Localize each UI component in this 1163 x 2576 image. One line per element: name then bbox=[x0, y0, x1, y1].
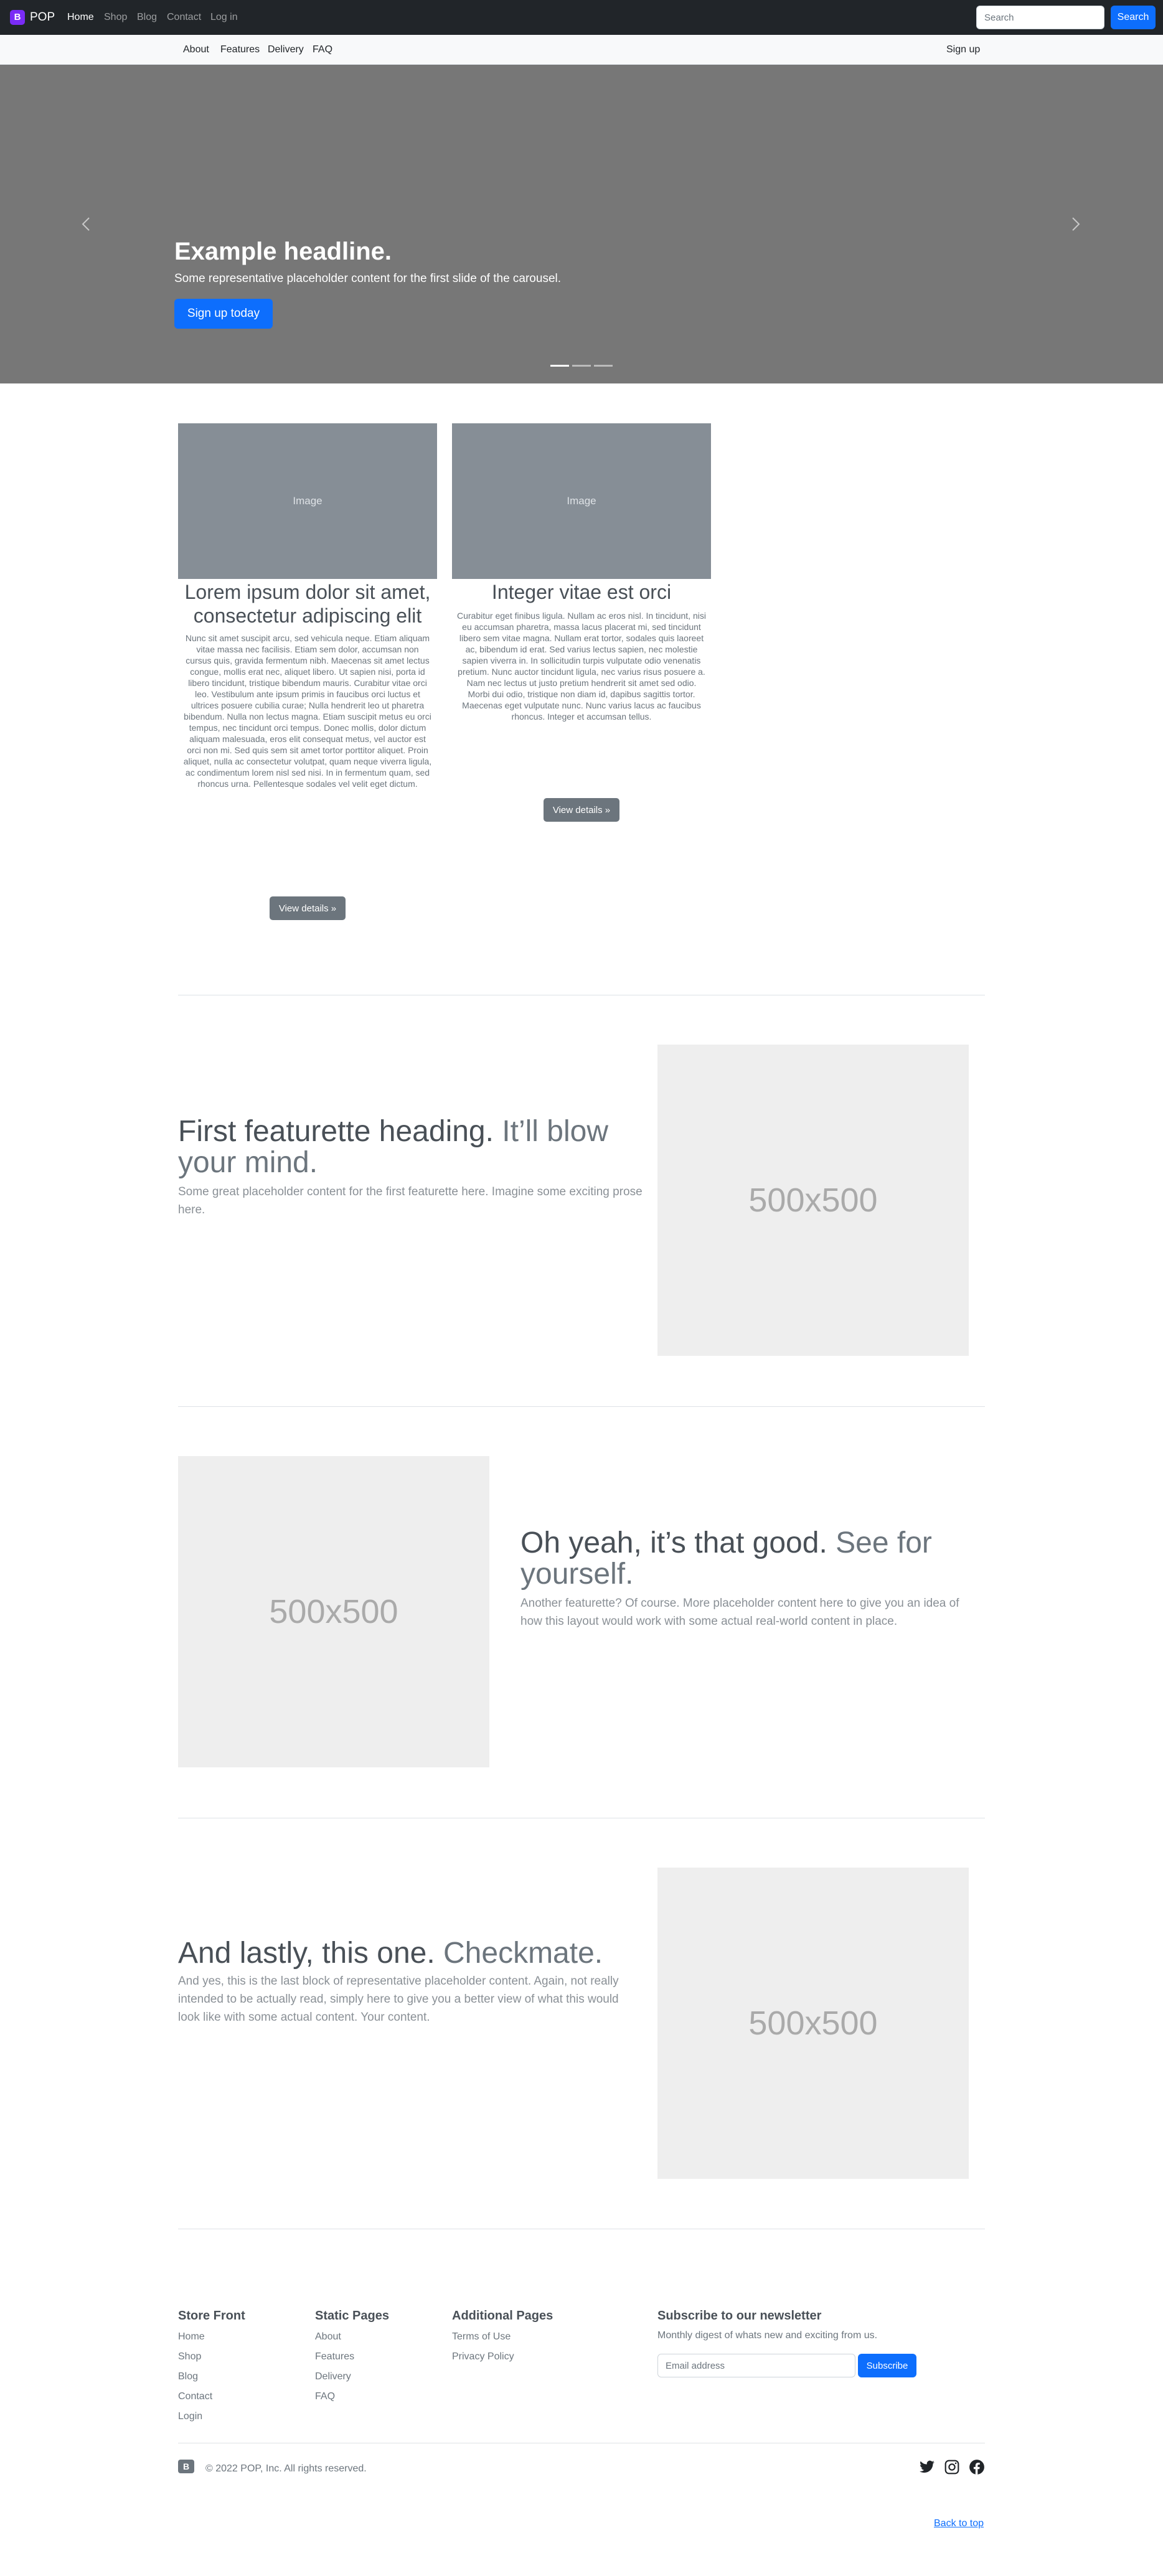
card-text: Nunc sit amet suscipit arcu, sed vehicul… bbox=[183, 633, 432, 789]
instagram-icon[interactable] bbox=[944, 2459, 960, 2475]
twitter-icon[interactable] bbox=[919, 2459, 935, 2475]
nav-link-contact[interactable]: Contact bbox=[167, 11, 201, 24]
facebook-icon-svg bbox=[969, 2460, 984, 2475]
footer-link-contact[interactable]: Contact bbox=[178, 2390, 212, 2403]
card-title: Lorem ipsum dolor sit amet, consectetur … bbox=[184, 581, 431, 627]
nav-link-home[interactable]: Home bbox=[67, 11, 94, 24]
footer-link-terms[interactable]: Terms of Use bbox=[452, 2331, 511, 2343]
top-navbar: B POP Home Shop Blog Contact Log in Sear… bbox=[0, 0, 1163, 35]
view-details-button[interactable]: View details » bbox=[270, 896, 346, 920]
featurette-lead: And yes, this is the last block of repre… bbox=[178, 1975, 619, 2024]
chevron-left-icon bbox=[82, 217, 90, 231]
card-image-placeholder: Image bbox=[178, 423, 437, 579]
brand-name[interactable]: POP bbox=[30, 10, 55, 25]
nav-link-shop[interactable]: Shop bbox=[104, 11, 127, 24]
subnav-link-features[interactable]: Features bbox=[220, 44, 260, 56]
footer-link-about[interactable]: About bbox=[315, 2331, 341, 2343]
twitter-icon-svg bbox=[920, 2460, 935, 2473]
view-details-button[interactable]: View details » bbox=[544, 798, 619, 822]
featurette-image-placeholder: 500x500 bbox=[178, 1456, 489, 1767]
facebook-icon[interactable] bbox=[969, 2459, 985, 2475]
featurette-image-placeholder: 500x500 bbox=[657, 1868, 969, 2179]
featurette-lead: Another featurette? Of course. More plac… bbox=[520, 1597, 959, 1628]
footer-link-shop[interactable]: Shop bbox=[178, 2351, 201, 2363]
footer-link-faq[interactable]: FAQ bbox=[315, 2390, 335, 2403]
featurette-heading: Oh yeah, it’s that good. See for yoursel… bbox=[520, 1526, 932, 1591]
card-text: Curabitur eget finibus ligula. Nullam ac… bbox=[457, 611, 706, 722]
subscribe-button[interactable]: Subscribe bbox=[858, 2354, 916, 2377]
chevron-right-icon bbox=[1072, 217, 1080, 231]
secondary-navbar: About Features Delivery FAQ Sign up bbox=[0, 35, 1163, 65]
footer-link-privacy[interactable]: Privacy Policy bbox=[452, 2351, 514, 2363]
footer-heading-static-pages: Static Pages bbox=[315, 2309, 389, 2323]
footer-link-login[interactable]: Login bbox=[178, 2410, 202, 2423]
divider bbox=[178, 1406, 985, 1407]
footer-link-delivery[interactable]: Delivery bbox=[315, 2371, 351, 2383]
card-image-placeholder: Image bbox=[452, 423, 711, 579]
featurette-heading: And lastly, this one. Checkmate. bbox=[178, 1937, 603, 1970]
subnav-link-about[interactable]: About bbox=[183, 44, 209, 56]
hero-carousel: Example headline. Some representative pl… bbox=[0, 65, 1163, 383]
copyright-text: © 2022 POP, Inc. All rights reserved. bbox=[205, 2463, 367, 2474]
carousel-caption: Some representative placeholder content … bbox=[174, 272, 562, 285]
featurette-heading-muted: Checkmate. bbox=[443, 1937, 603, 1970]
carousel-indicator-3[interactable] bbox=[594, 365, 613, 367]
instagram-icon-svg bbox=[944, 2460, 959, 2475]
subnav-link-faq[interactable]: FAQ bbox=[313, 44, 332, 56]
carousel-signup-button[interactable]: Sign up today bbox=[174, 299, 273, 329]
footer-link-blog[interactable]: Blog bbox=[178, 2371, 198, 2383]
featurette-image-placeholder: 500x500 bbox=[657, 1045, 969, 1356]
nav-link-blog[interactable]: Blog bbox=[137, 11, 157, 24]
signup-link[interactable]: Sign up bbox=[946, 44, 980, 56]
card-title: Integer vitae est orci bbox=[491, 581, 672, 603]
newsletter-heading: Subscribe to our newsletter bbox=[657, 2309, 822, 2323]
carousel-indicator-1[interactable] bbox=[550, 365, 569, 367]
carousel-headline: Example headline. bbox=[174, 238, 392, 265]
brand-logo-icon[interactable]: B bbox=[10, 10, 25, 25]
footer-link-home[interactable]: Home bbox=[178, 2331, 205, 2343]
carousel-prev-button[interactable] bbox=[73, 209, 98, 239]
search-input[interactable] bbox=[976, 6, 1104, 29]
featurette-lead: Some great placeholder content for the f… bbox=[178, 1185, 643, 1216]
newsletter-text: Monthly digest of whats new and exciting… bbox=[657, 2330, 878, 2341]
newsletter-email-input[interactable] bbox=[657, 2354, 855, 2377]
search-button[interactable]: Search bbox=[1111, 6, 1156, 29]
carousel-next-button[interactable] bbox=[1063, 209, 1088, 239]
back-to-top-link[interactable]: Back to top bbox=[934, 2517, 984, 2530]
featurette-heading: First featurette heading. It’ll blow you… bbox=[178, 1115, 609, 1179]
footer-heading-additional-pages: Additional Pages bbox=[452, 2309, 553, 2323]
footer-logo-icon[interactable]: B bbox=[178, 2460, 194, 2473]
subnav-link-delivery[interactable]: Delivery bbox=[268, 44, 304, 56]
carousel-indicator-2[interactable] bbox=[572, 365, 591, 367]
footer-link-features[interactable]: Features bbox=[315, 2351, 354, 2363]
nav-link-login[interactable]: Log in bbox=[210, 11, 238, 24]
footer-heading-store-front: Store Front bbox=[178, 2309, 245, 2323]
